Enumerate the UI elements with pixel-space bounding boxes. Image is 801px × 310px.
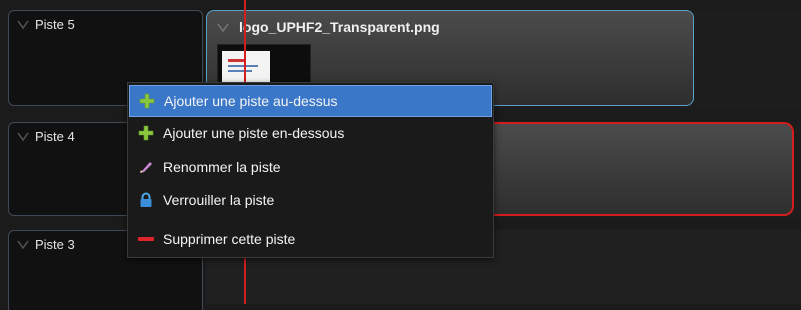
track-label: Piste 4	[35, 129, 75, 144]
chevron-down-icon[interactable]	[217, 23, 229, 33]
menu-item-delete-track[interactable]: Supprimer cette piste	[129, 223, 492, 255]
menu-item-add-track-below[interactable]: Ajouter une piste en-dessous	[129, 117, 492, 149]
menu-item-label: Supprimer cette piste	[163, 231, 296, 247]
track-label: Piste 3	[35, 237, 75, 252]
media-clip-selected[interactable]	[494, 122, 794, 216]
track-label: Piste 5	[35, 17, 75, 32]
menu-item-lock-track[interactable]: Verrouiller la piste	[129, 184, 492, 216]
clip-title: logo_UPHF2_Transparent.png	[239, 19, 440, 35]
pencil-icon	[137, 158, 155, 176]
chevron-down-icon[interactable]	[17, 240, 29, 250]
plus-icon	[138, 92, 156, 110]
menu-item-label: Renommer la piste	[163, 159, 281, 175]
menu-item-label: Verrouiller la piste	[163, 192, 275, 208]
chevron-down-icon[interactable]	[17, 20, 29, 30]
minus-icon	[137, 230, 155, 248]
plus-icon	[137, 124, 155, 142]
lock-icon	[137, 191, 155, 209]
menu-item-rename-track[interactable]: Renommer la piste	[129, 151, 492, 183]
menu-item-label: Ajouter une piste en-dessous	[163, 125, 345, 141]
menu-item-label: Ajouter une piste au-dessus	[164, 93, 338, 109]
chevron-down-icon[interactable]	[17, 132, 29, 142]
menu-item-add-track-above[interactable]: Ajouter une piste au-dessus	[129, 85, 492, 117]
track-context-menu: Ajouter une piste au-dessus Ajouter une …	[127, 82, 494, 258]
